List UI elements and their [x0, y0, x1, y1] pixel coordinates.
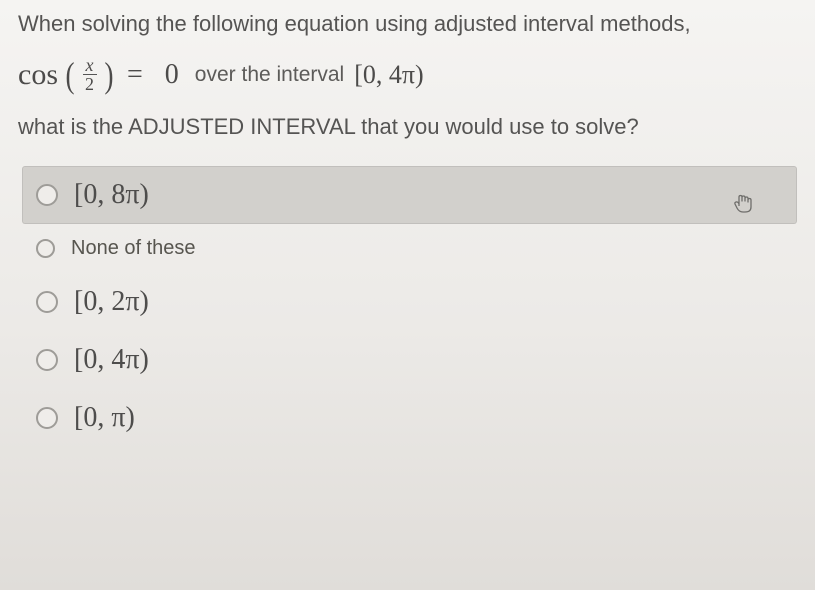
- option-0-8pi[interactable]: [0, 8π): [22, 166, 797, 224]
- fraction-x-over-2: x 2: [82, 56, 97, 95]
- radio-icon: [36, 407, 58, 429]
- option-none-of-these[interactable]: None of these: [22, 224, 797, 273]
- options-list: [0, 8π) None of these [0, 2π) [0, 4π) [0…: [22, 166, 797, 434]
- question-line2: what is the ADJUSTED INTERVAL that you w…: [18, 114, 797, 140]
- fraction-denominator: 2: [82, 75, 97, 94]
- option-0-2pi[interactable]: [0, 2π): [22, 273, 797, 331]
- over-interval-text: over the interval: [195, 63, 344, 87]
- equals-sign: =: [127, 59, 143, 91]
- cos-func: cos: [18, 58, 58, 92]
- equation: cos ( x 2 ) = 0 over the interval [0, 4π…: [18, 54, 797, 96]
- fraction-numerator: x: [83, 56, 97, 76]
- right-paren: ): [105, 54, 114, 96]
- radio-icon: [36, 349, 58, 371]
- option-label: [0, 2π): [74, 286, 149, 318]
- radio-icon: [36, 184, 58, 206]
- option-0-4pi[interactable]: [0, 4π): [22, 331, 797, 389]
- quiz-page: When solving the following equation usin…: [0, 0, 815, 590]
- option-label: [0, π): [74, 402, 135, 434]
- rhs-zero: 0: [165, 59, 179, 91]
- left-paren: (: [66, 54, 75, 96]
- pointer-cursor-icon: [733, 192, 753, 214]
- option-label: None of these: [71, 237, 196, 260]
- radio-icon: [36, 239, 55, 258]
- option-label: [0, 8π): [74, 179, 149, 211]
- option-0-pi[interactable]: [0, π): [22, 389, 797, 434]
- given-interval: [0, 4π): [354, 60, 423, 90]
- radio-icon: [36, 291, 58, 313]
- question-line1: When solving the following equation usin…: [18, 8, 797, 40]
- option-label: [0, 4π): [74, 344, 149, 376]
